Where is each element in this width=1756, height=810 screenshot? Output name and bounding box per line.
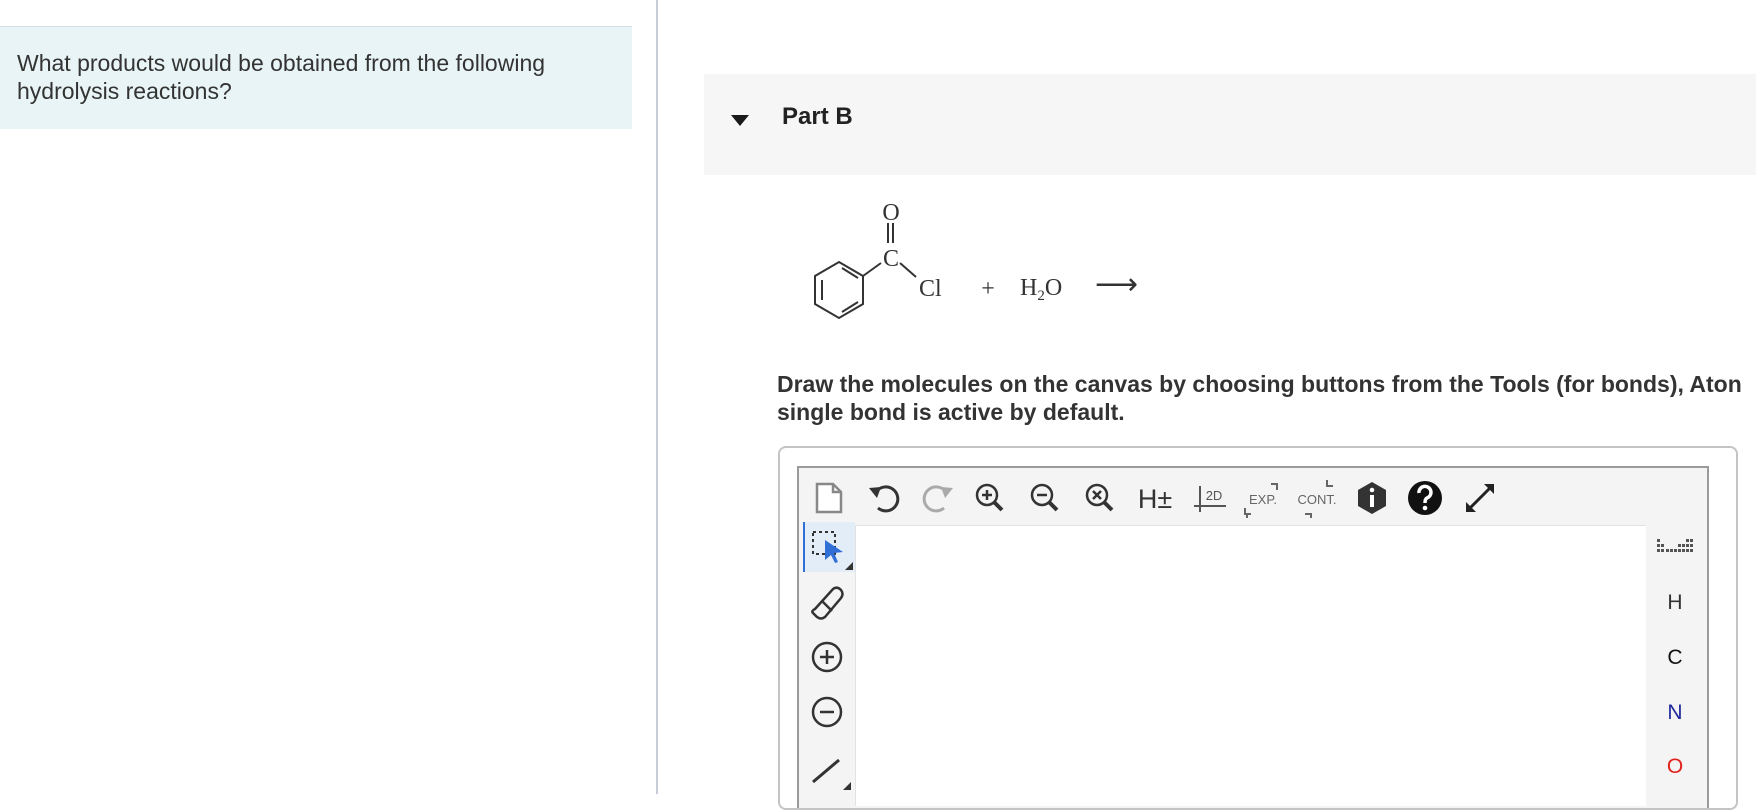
- selection-tool-icon[interactable]: [803, 522, 855, 572]
- zoom-reset-icon[interactable]: [1080, 478, 1120, 518]
- expand-label: EXP.: [1249, 492, 1277, 507]
- clean-2d-label: 2D: [1206, 488, 1223, 503]
- panel-divider: [656, 0, 658, 794]
- question-box: What products would be obtained from the…: [0, 27, 632, 129]
- fullscreen-icon[interactable]: [1460, 478, 1500, 518]
- periodic-table-icon[interactable]: [1646, 531, 1704, 571]
- zoom-out-icon[interactable]: [1025, 478, 1065, 518]
- redo-icon[interactable]: [918, 478, 958, 518]
- new-document-icon[interactable]: [809, 478, 849, 518]
- eraser-icon[interactable]: [803, 577, 853, 627]
- left-panel: What products would be obtained from the…: [0, 0, 656, 794]
- part-header[interactable]: Part B: [704, 74, 1756, 175]
- expand-group-icon[interactable]: EXP.: [1243, 478, 1283, 518]
- contract-group-icon[interactable]: CONT.: [1297, 478, 1337, 518]
- zoom-in-icon[interactable]: [970, 478, 1010, 518]
- h-toggle-label: H±: [1138, 484, 1172, 514]
- atom-palette: H C N O: [1646, 525, 1704, 805]
- clean-2d-icon[interactable]: 2D: [1190, 478, 1230, 518]
- instructions-line-1: Draw the molecules on the canvas by choo…: [777, 371, 1742, 397]
- water-o: O: [1045, 275, 1062, 301]
- part-title: Part B: [782, 103, 853, 130]
- atom-c-button[interactable]: C: [1646, 638, 1704, 678]
- atom-n-button[interactable]: N: [1646, 693, 1704, 733]
- atom-h-label: H: [1667, 591, 1683, 614]
- chlorine-label: Cl: [919, 276, 942, 302]
- atom-o-label: O: [1666, 755, 1684, 778]
- benzene-ring: [814, 260, 864, 320]
- carbon-chlorine-bond: [899, 262, 917, 278]
- instructions-line-2: single bond is active by default.: [777, 399, 1125, 425]
- ring-to-carbonyl-bond: [862, 262, 882, 277]
- positive-charge-icon[interactable]: [803, 632, 853, 682]
- info-icon[interactable]: [1352, 478, 1392, 518]
- atom-n-label: N: [1667, 701, 1683, 724]
- single-bond-icon[interactable]: [803, 742, 853, 792]
- help-icon[interactable]: [1405, 478, 1445, 518]
- water-h: H: [1020, 275, 1037, 301]
- negative-charge-icon[interactable]: [803, 687, 853, 737]
- left-toolbar: [803, 522, 855, 802]
- plus-sign: +: [981, 276, 995, 302]
- reaction-scheme: O C Cl + H2O ⟶: [814, 200, 1138, 320]
- carbonyl-oxygen-label: O: [882, 200, 899, 226]
- question-text: What products would be obtained from the…: [17, 50, 546, 104]
- atom-h-button[interactable]: H: [1646, 583, 1704, 623]
- reaction-arrow: ⟶: [1095, 267, 1138, 302]
- atom-c-label: C: [1667, 646, 1683, 669]
- instructions: Draw the molecules on the canvas by choo…: [777, 370, 1756, 426]
- contract-label: CONT.: [1298, 492, 1337, 507]
- carbonyl-carbon-label: C: [883, 246, 899, 272]
- water-subscript: 2: [1037, 288, 1045, 304]
- drawing-canvas[interactable]: [855, 525, 1646, 806]
- caret-down-icon[interactable]: [728, 108, 752, 132]
- water-formula: H2O: [1020, 275, 1062, 304]
- explicit-hydrogens-icon[interactable]: H±: [1135, 478, 1175, 518]
- undo-icon[interactable]: [864, 478, 904, 518]
- atom-o-button[interactable]: O: [1646, 747, 1704, 787]
